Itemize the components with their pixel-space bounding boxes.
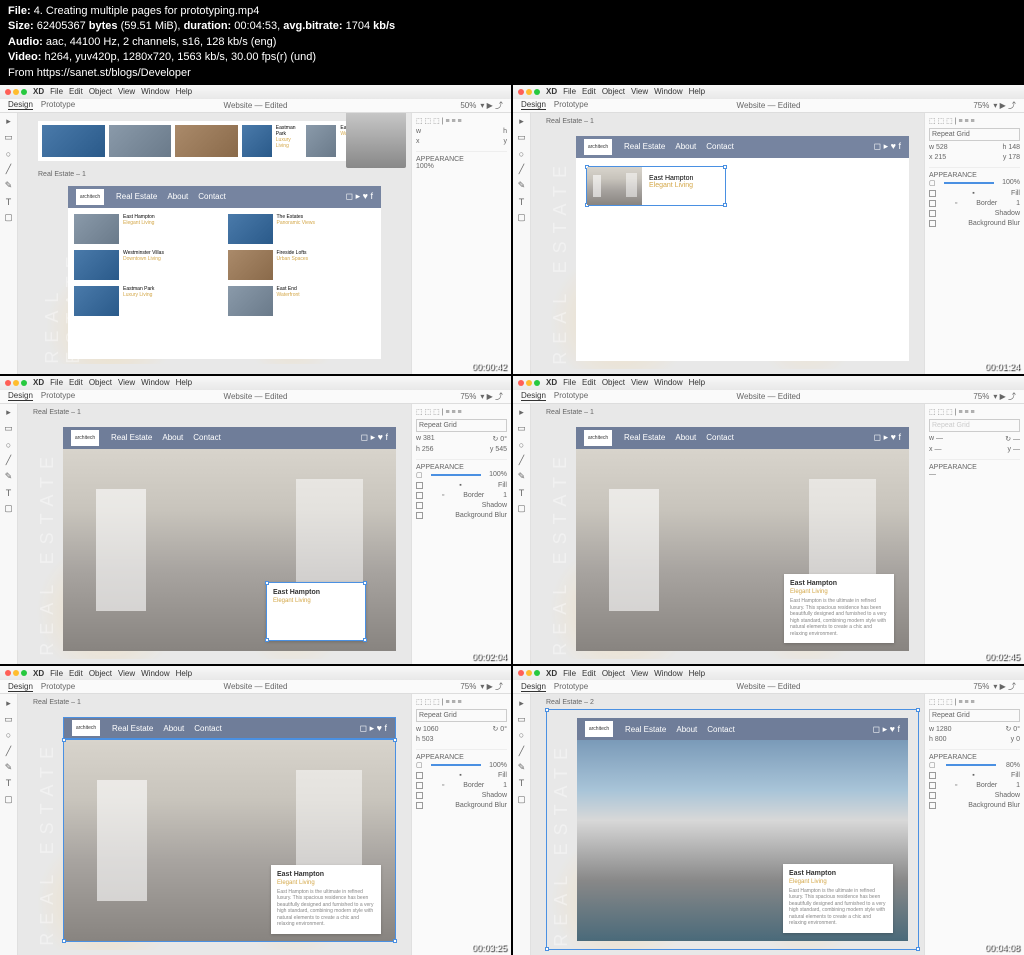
tab-design[interactable]: Design [8, 100, 33, 110]
artboard-tool[interactable]: ▢ [4, 213, 14, 223]
panel-3: XDFileEditObjectViewWindowHelp DesignPro… [0, 376, 511, 665]
rect-tool[interactable]: ▭ [4, 133, 14, 143]
panel-2: XDFileEditObjectViewWindowHelp DesignPro… [513, 85, 1024, 374]
panel-6: XDFileEditObjectViewWindowHelp DesignPro… [513, 666, 1024, 955]
metadata-header: File: 4. Creating multiple pages for pro… [0, 0, 1024, 85]
panel-5: XDFileEditObjectViewWindowHelp DesignPro… [0, 666, 511, 955]
line-tool[interactable]: ╱ [4, 165, 14, 175]
toolbar: ▸ ▭ ○ ╱ ✎ T ▢ [0, 113, 18, 374]
social-icons[interactable]: ◻ ▸ ♥ f [346, 191, 373, 202]
canvas[interactable]: Eastman ParkLuxury Living East EndWaterf… [18, 113, 411, 374]
mac-menubar: XDFileEditObjectViewWindowHelp [0, 85, 511, 99]
tab-prototype[interactable]: Prototype [41, 100, 75, 110]
thumbnail-grid: XDFileEditObjectViewWindowHelp Design Pro… [0, 85, 1024, 955]
select-tool[interactable]: ▸ [4, 117, 14, 127]
text-tool[interactable]: T [4, 197, 14, 207]
pen-tool[interactable]: ✎ [4, 181, 14, 191]
ellipse-tool[interactable]: ○ [4, 149, 14, 159]
logo: architech [76, 189, 104, 205]
app-header: DesignPrototype Website — Edited 50%▾ ▶ … [0, 99, 511, 113]
panel-1: XDFileEditObjectViewWindowHelp Design Pro… [0, 85, 511, 374]
properties-panel: ⬚ ⬚ ⬚ | ≡ ≡ ≡ wh xy APPEARANCE 100% [411, 113, 511, 374]
panel-4: XDFileEditObjectViewWindowHelp DesignPro… [513, 376, 1024, 665]
